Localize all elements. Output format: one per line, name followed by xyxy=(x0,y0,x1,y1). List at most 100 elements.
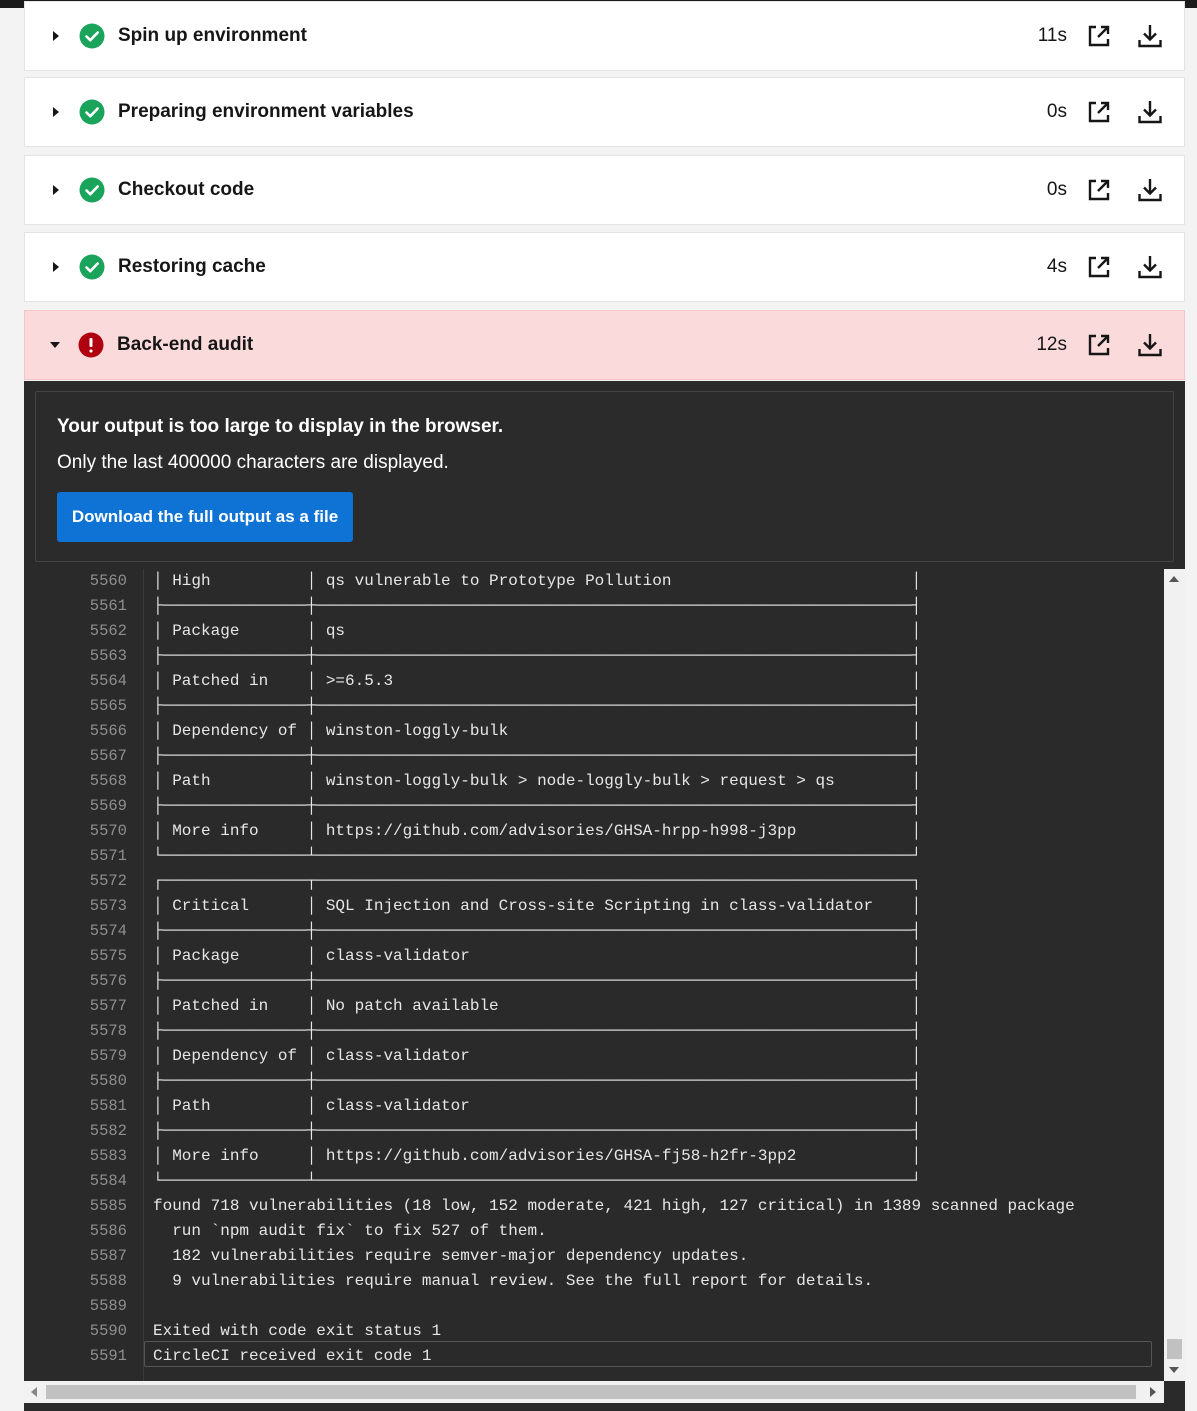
horizontal-scroll-thumb[interactable] xyxy=(46,1385,1136,1399)
line-text: │ High │ qs vulnerable to Prototype Poll… xyxy=(153,572,922,590)
log-line: 5565 ├───────────────┼───────────────────… xyxy=(24,694,1164,719)
success-check-icon xyxy=(79,177,105,203)
caret-right-icon[interactable] xyxy=(53,107,59,117)
line-text: found 718 vulnerabilities (18 low, 152 m… xyxy=(153,1197,1075,1215)
step-duration: 12s xyxy=(1036,334,1067,355)
open-in-new-tab-icon[interactable] xyxy=(1085,253,1113,281)
step-row-4[interactable]: Back-end audit 12s xyxy=(24,310,1185,380)
line-text: │ Dependency of │ class-validator │ xyxy=(153,1047,922,1065)
log-line: 5583 │ More info │ https://github.com/adv… xyxy=(24,1144,1164,1169)
open-in-new-tab-icon[interactable] xyxy=(1085,176,1113,204)
line-text: │ Path │ class-validator │ xyxy=(153,1097,922,1115)
scroll-down-arrow-icon[interactable] xyxy=(1169,1367,1179,1373)
log-line: 5580 ├───────────────┼───────────────────… xyxy=(24,1069,1164,1094)
line-text: ├───────────────┼───────────────────────… xyxy=(153,797,922,815)
log-line: 5568 │ Path │ winston-loggly-bulk > node-… xyxy=(24,769,1164,794)
log-line: 5579 │ Dependency of │ class-validator │ xyxy=(24,1044,1164,1069)
line-number: 5566 xyxy=(89,722,127,740)
log-line: 5587 182 vulnerabilities require semver-… xyxy=(24,1244,1164,1269)
step-duration: 0s xyxy=(1046,101,1067,122)
log-line: 5561 ├───────────────┼───────────────────… xyxy=(24,594,1164,619)
step-row-0[interactable]: Spin up environment 11s xyxy=(24,1,1185,71)
caret-right-icon[interactable] xyxy=(53,31,59,41)
log-line: 5572 ┌───────────────┬───────────────────… xyxy=(24,869,1164,894)
step-duration: 4s xyxy=(1046,256,1067,277)
download-icon[interactable] xyxy=(1136,331,1164,359)
line-number: 5569 xyxy=(89,797,127,815)
line-number: 5582 xyxy=(89,1122,127,1140)
success-check-icon xyxy=(79,99,105,125)
horizontal-scrollbar[interactable] xyxy=(24,1381,1164,1403)
step-name: Checkout code xyxy=(118,179,255,200)
log-line: 5569 ├───────────────┼───────────────────… xyxy=(24,794,1164,819)
step-row-1[interactable]: Preparing environment variables 0s xyxy=(24,77,1185,147)
line-number: 5588 xyxy=(89,1272,127,1290)
line-text: └───────────────┴───────────────────────… xyxy=(153,1172,922,1190)
step-name: Preparing environment variables xyxy=(118,101,414,122)
log-line: 5563 ├───────────────┼───────────────────… xyxy=(24,644,1164,669)
scroll-up-arrow-icon[interactable] xyxy=(1169,576,1179,582)
caret-right-icon[interactable] xyxy=(53,185,59,195)
step-name: Restoring cache xyxy=(118,256,266,277)
log-line: 5570 │ More info │ https://github.com/adv… xyxy=(24,819,1164,844)
vertical-scroll-thumb[interactable] xyxy=(1167,1339,1182,1359)
line-number: 5563 xyxy=(89,647,127,665)
log-line: 5575 │ Package │ class-validator │ xyxy=(24,944,1164,969)
download-icon[interactable] xyxy=(1136,22,1164,50)
output-too-large-notice: Your output is too large to display in t… xyxy=(35,391,1174,562)
log-line: 5581 │ Path │ class-validator │ xyxy=(24,1094,1164,1119)
download-icon[interactable] xyxy=(1136,176,1164,204)
line-number: 5584 xyxy=(89,1172,127,1190)
download-icon[interactable] xyxy=(1136,98,1164,126)
line-number: 5579 xyxy=(89,1047,127,1065)
log-output: 5560 │ High │ qs vulnerable to Prototype … xyxy=(24,569,1164,1381)
log-line: 5574 ├───────────────┼───────────────────… xyxy=(24,919,1164,944)
line-number: 5573 xyxy=(89,897,127,915)
log-line: 5562 │ Package │ qs │ xyxy=(24,619,1164,644)
line-number: 5568 xyxy=(89,772,127,790)
line-text: │ Package │ qs │ xyxy=(153,622,922,640)
notice-subtitle: Only the last 400000 characters are disp… xyxy=(57,452,449,473)
open-in-new-tab-icon[interactable] xyxy=(1085,22,1113,50)
log-line: 5584 └───────────────┴───────────────────… xyxy=(24,1169,1164,1194)
vertical-scrollbar[interactable] xyxy=(1164,569,1185,1381)
line-text: │ More info │ https://github.com/advisor… xyxy=(153,822,922,840)
line-number: 5581 xyxy=(89,1097,127,1115)
line-text: ├───────────────┼───────────────────────… xyxy=(153,1122,922,1140)
line-number: 5586 xyxy=(89,1222,127,1240)
caret-right-icon[interactable] xyxy=(53,262,59,272)
log-line: 5578 ├───────────────┼───────────────────… xyxy=(24,1019,1164,1044)
caret-down-icon[interactable] xyxy=(50,342,60,348)
log-line: 5589 xyxy=(24,1294,1164,1319)
log-line: 5577 │ Patched in │ No patch available │ xyxy=(24,994,1164,1019)
download-full-output-button[interactable]: Download the full output as a file xyxy=(57,492,353,542)
step-row-3[interactable]: Restoring cache 4s xyxy=(24,232,1185,302)
line-text: │ More info │ https://github.com/advisor… xyxy=(153,1147,922,1165)
highlighted-last-line xyxy=(144,1341,1152,1367)
log-line: 5576 ├───────────────┼───────────────────… xyxy=(24,969,1164,994)
line-number: 5589 xyxy=(89,1297,127,1315)
line-number: 5561 xyxy=(89,597,127,615)
open-in-new-tab-icon[interactable] xyxy=(1085,98,1113,126)
step-duration: 11s xyxy=(1037,25,1067,46)
line-text: │ Patched in │ No patch available │ xyxy=(153,997,922,1015)
scroll-right-arrow-icon[interactable] xyxy=(1150,1387,1156,1397)
open-in-new-tab-icon[interactable] xyxy=(1085,331,1113,359)
line-number: 5578 xyxy=(89,1022,127,1040)
line-text: 182 vulnerabilities require semver-major… xyxy=(153,1247,749,1265)
log-line: 5582 ├───────────────┼───────────────────… xyxy=(24,1119,1164,1144)
log-line: 5588 9 vulnerabilities require manual re… xyxy=(24,1269,1164,1294)
download-icon[interactable] xyxy=(1136,253,1164,281)
line-number: 5560 xyxy=(89,572,127,590)
line-text: │ Critical │ SQL Injection and Cross-sit… xyxy=(153,897,922,915)
step-row-2[interactable]: Checkout code 0s xyxy=(24,155,1185,225)
line-text: ┌───────────────┬───────────────────────… xyxy=(153,872,922,890)
scroll-left-arrow-icon[interactable] xyxy=(31,1387,37,1397)
line-text: ├───────────────┼───────────────────────… xyxy=(153,1022,922,1040)
line-text: ├───────────────┼───────────────────────… xyxy=(153,647,922,665)
line-number: 5590 xyxy=(89,1322,127,1340)
line-number: 5575 xyxy=(89,947,127,965)
log-line: 5573 │ Critical │ SQL Injection and Cross… xyxy=(24,894,1164,919)
line-number: 5567 xyxy=(89,747,127,765)
log-line: 5585 found 718 vulnerabilities (18 low, 1… xyxy=(24,1194,1164,1219)
